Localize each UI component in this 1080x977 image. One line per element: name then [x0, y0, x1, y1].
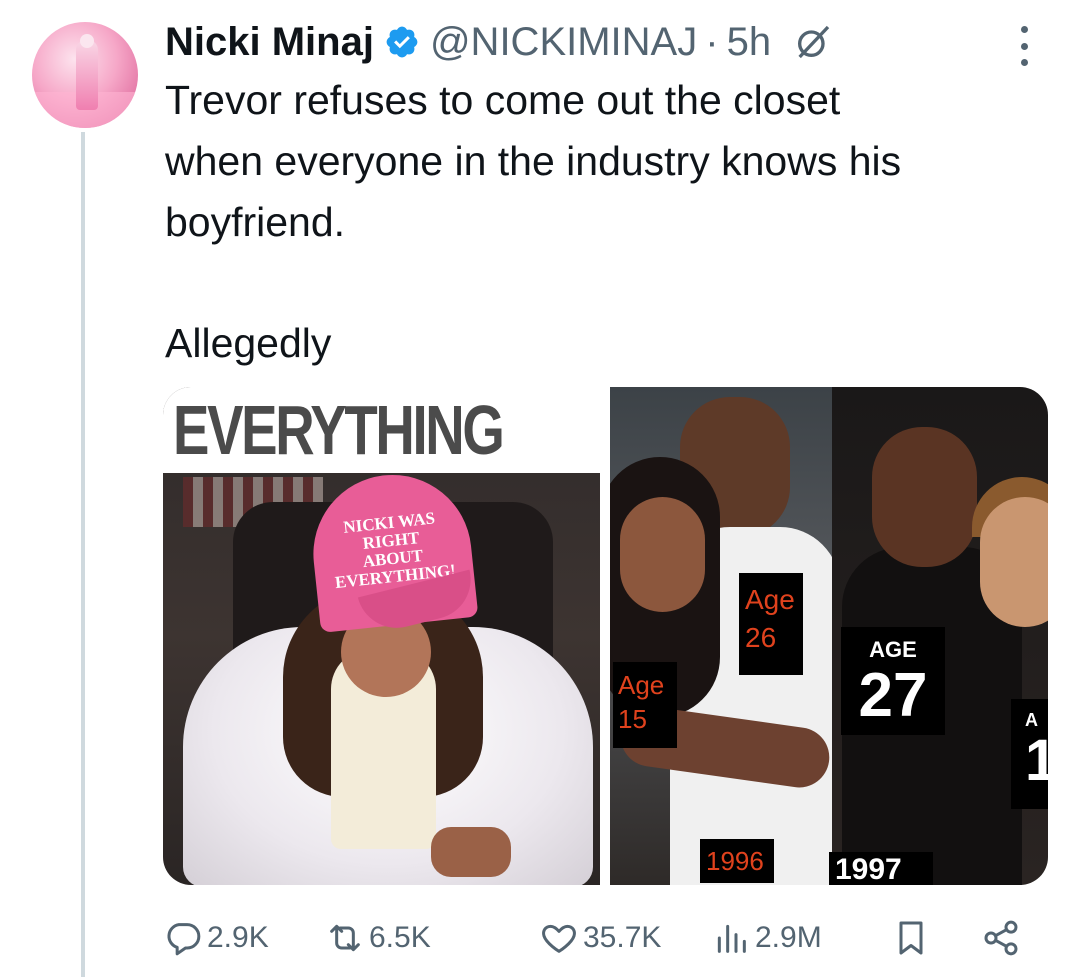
views-chart-icon	[717, 924, 746, 953]
grok-icon[interactable]	[793, 22, 833, 62]
repost-icon	[330, 924, 360, 952]
age-label-word: AGE	[869, 637, 917, 662]
age-label-word: Age	[618, 670, 665, 700]
reply-button[interactable]: 2.9K	[163, 910, 269, 966]
year-label: 1997	[829, 852, 933, 885]
year-label-text: 1996	[706, 846, 764, 876]
repost-count: 6.5K	[369, 921, 431, 954]
age-label: AGE 27	[841, 627, 945, 735]
reply-count: 2.9K	[207, 921, 269, 954]
tweet-text-line: when everyone in the industry knows his	[165, 138, 902, 184]
age-label: Age 26	[739, 573, 803, 675]
reply-icon	[167, 923, 201, 956]
more-dot	[1020, 26, 1028, 33]
header-separator: ·	[705, 19, 719, 64]
repost-button[interactable]: 6.5K	[325, 910, 431, 966]
tweet-text: Trevor refuses to come out the closet wh…	[165, 70, 1045, 253]
age-label: Age 15	[613, 662, 677, 748]
age-label-number: 26	[745, 622, 777, 653]
age-label-number: 15	[618, 704, 647, 734]
woman-face	[980, 497, 1048, 627]
tweet-text-line: boyfriend.	[165, 199, 346, 245]
share-icon	[984, 920, 1018, 956]
verified-badge-icon	[386, 26, 418, 58]
woman-face	[620, 497, 705, 612]
year-label: 1996	[700, 839, 774, 883]
avatar-figure	[76, 40, 98, 110]
tweet-header: Nicki Minaj @NICKIMINAJ · 5h	[165, 14, 833, 70]
hands	[431, 827, 511, 877]
tweet-text-secondary: Allegedly	[165, 320, 332, 366]
age-label-number: 27	[858, 661, 928, 730]
like-button[interactable]: 35.7K	[539, 910, 661, 966]
share-button[interactable]	[981, 910, 1021, 966]
avatar-figure-head	[80, 34, 94, 48]
tweet-actions-bar: 2.9K 6.5K 35.7K 2.9M	[163, 910, 1043, 970]
author-handle[interactable]: @NICKIMINAJ	[430, 20, 697, 65]
bookmark-button[interactable]	[891, 910, 931, 966]
age-label-number: 1	[1025, 728, 1048, 793]
more-dot	[1020, 42, 1028, 50]
age-label-word: Age	[745, 584, 795, 615]
views-count: 2.9M	[755, 921, 822, 954]
bookmark-icon	[899, 921, 923, 955]
author-avatar[interactable]	[32, 22, 138, 128]
heart-icon	[542, 924, 576, 953]
age-label-cropped: A 1	[1011, 699, 1048, 809]
media-image-left[interactable]: NICKI WAS RIGHT ABOUT EVERYTHING! EVERYT…	[163, 387, 600, 885]
tweet-text-line: Trevor refuses to come out the closet	[165, 77, 841, 123]
tweet-timestamp[interactable]: 5h	[727, 20, 772, 65]
thread-connector-line	[81, 132, 85, 977]
like-count: 35.7K	[583, 921, 662, 954]
image-headline: EVERYTHING	[173, 391, 505, 469]
year-label-text: 1997	[835, 853, 902, 886]
author-name[interactable]: Nicki Minaj	[165, 20, 374, 65]
more-options-icon[interactable]	[1012, 26, 1036, 66]
image-headline-bar: EVERYTHING	[163, 387, 600, 473]
man-head	[872, 427, 977, 567]
views-button[interactable]: 2.9M	[711, 910, 822, 966]
more-dot	[1020, 59, 1028, 66]
tweet-media-grid[interactable]: NICKI WAS RIGHT ABOUT EVERYTHING! EVERYT…	[163, 387, 1048, 885]
